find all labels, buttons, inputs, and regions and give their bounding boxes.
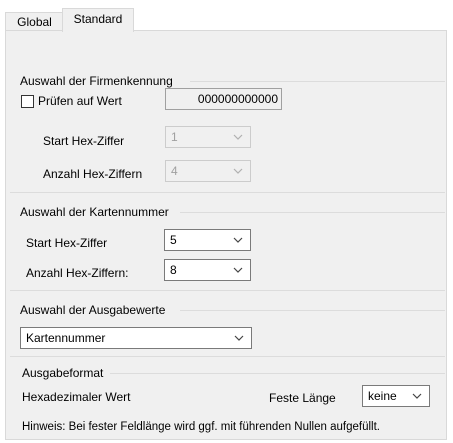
kn-anzahl-select[interactable]: 8 [164,259,251,281]
kn-anzahl-label: Anzahl Hex-Ziffern: [26,266,129,280]
feste-laenge-label: Feste Länge [269,391,336,405]
kartennummer-group-title: Auswahl der Kartennummer [20,205,169,219]
fk-start-label: Start Hex-Ziffer [43,134,125,148]
feste-laenge-value: keine [368,389,397,403]
kn-start-label: Start Hex-Ziffer [26,236,108,250]
divider [10,192,445,193]
pruefen-checkbox[interactable] [21,95,34,108]
divider [180,212,445,213]
divider [180,310,445,311]
pruefen-label: Prüfen auf Wert [38,94,122,108]
kn-anzahl-value: 8 [170,263,177,277]
divider [190,81,445,82]
fk-start-value: 1 [171,130,178,144]
kn-start-value: 5 [170,233,177,247]
ausgabewerte-group-title: Auswahl der Ausgabewerte [20,303,166,317]
chevron-down-icon [233,237,243,243]
chevron-down-icon [233,168,243,174]
fk-anzahl-label: Anzahl Hex-Ziffern [43,167,143,181]
kn-start-select[interactable]: 5 [164,229,251,251]
fk-start-select[interactable]: 1 [165,126,251,148]
divider [10,356,445,357]
chevron-down-icon [233,134,243,140]
divider [10,290,445,291]
firmenkennung-group-title: Auswahl der Firmenkennung [20,74,173,88]
chevron-down-icon [412,393,422,399]
chevron-down-icon [234,335,244,341]
fk-anzahl-select[interactable]: 4 [165,160,251,182]
fk-anzahl-value: 4 [171,164,178,178]
ausgabeformat-group-title: Ausgabeformat [22,366,104,380]
tab-global[interactable]: Global [5,12,64,31]
hint-text: Hinweis: Bei fester Feldlänge wird ggf. … [22,421,380,433]
ausgabewerte-select[interactable]: Kartennummer [20,327,252,349]
format-label: Hexadezimaler Wert [22,390,131,404]
divider [110,373,445,374]
firmenkennung-value-field[interactable]: 000000000000 [165,88,282,110]
tab-standard[interactable]: Standard [62,8,134,32]
ausgabewerte-value: Kartennummer [26,331,106,345]
tab-strip: Global Standard [0,0,453,32]
feste-laenge-select[interactable]: keine [362,385,430,407]
chevron-down-icon [233,267,243,273]
